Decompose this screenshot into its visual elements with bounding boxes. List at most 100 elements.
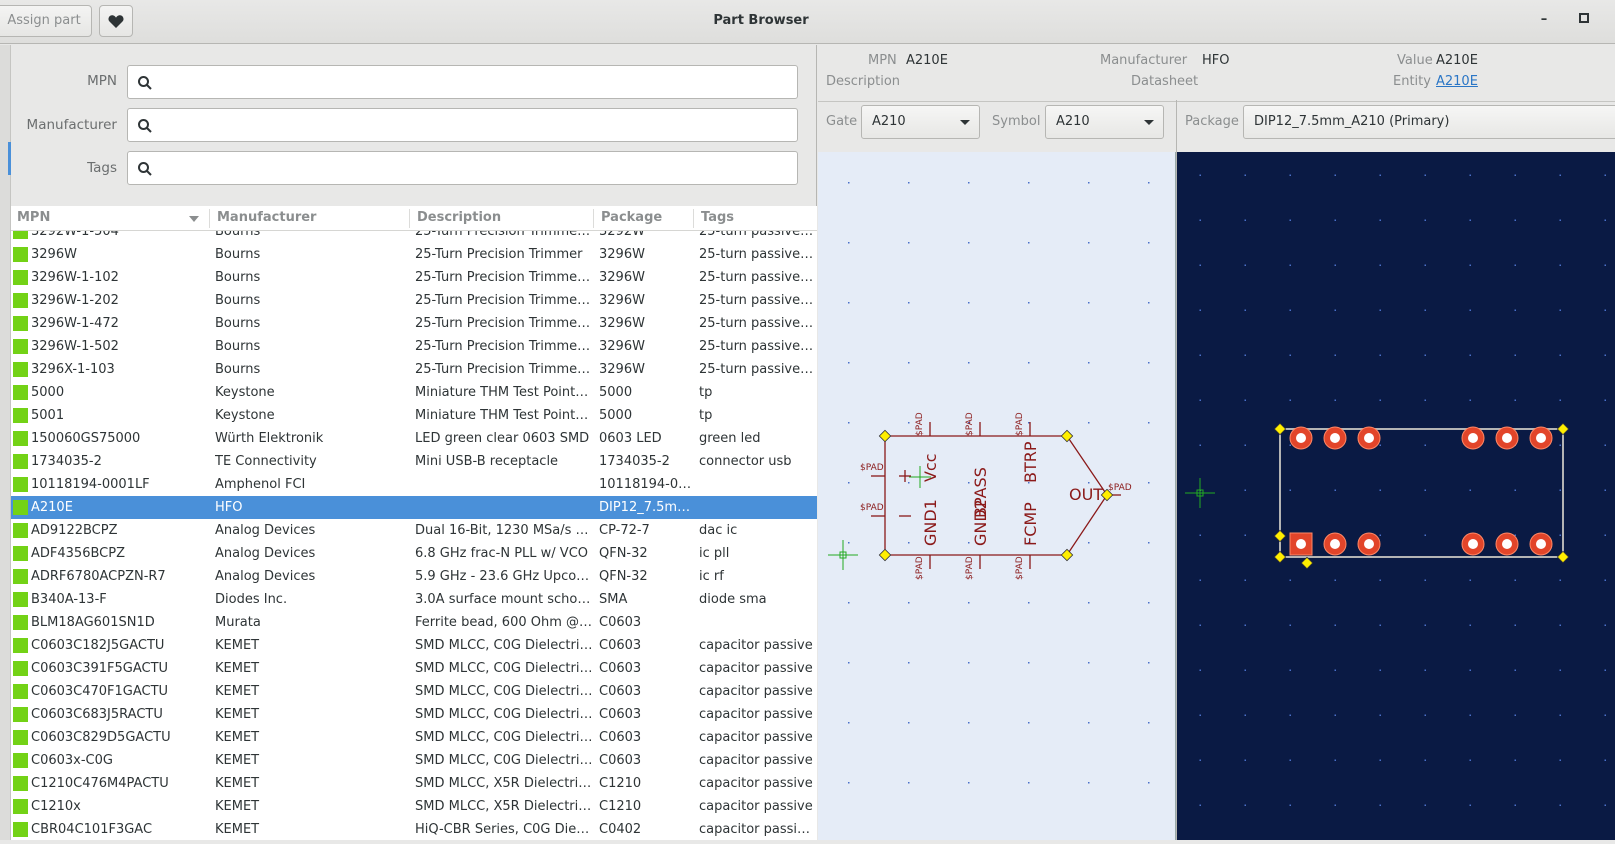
table-row[interactable]: 3296W Bourns 25-Turn Precision Trimmer 3296… <box>11 243 817 266</box>
table-row[interactable]: C0603C829D5GACTU KEMET SMD MLCC, C0G Diele… <box>11 726 817 749</box>
table-row[interactable]: 3296X-1-103 Bourns 25-Turn Precision Trimm… <box>11 358 817 381</box>
cell-manufacturer: Würth Elektronik <box>215 431 324 446</box>
part-status-swatch <box>13 316 28 331</box>
table-row[interactable]: BLM18AG601SN1D Murata Ferrite bead, 600 Oh… <box>11 611 817 634</box>
cell-description: Dual 16-Bit, 1230 MSa/s … <box>415 523 589 538</box>
part-status-swatch <box>13 523 28 538</box>
cell-description: 25-Turn Precision Trimme… <box>415 362 591 377</box>
column-separator[interactable] <box>209 209 210 228</box>
table-row[interactable]: ADRF6780ACPZN-R7 Analog Devices 5.9 GHz - … <box>11 565 817 588</box>
cell-mpn: 3296X-1-103 <box>31 362 115 377</box>
cell-package: 1734035-2 <box>599 454 670 469</box>
cell-manufacturer: Bourns <box>215 339 261 354</box>
table-row[interactable]: CBR04C101F3GAC KEMET HiQ-CBR Series, C0G D… <box>11 818 817 840</box>
manufacturer-search-input[interactable] <box>127 108 798 142</box>
cell-package: C1210 <box>599 799 642 814</box>
table-row[interactable]: C0603C683J5RACTU KEMET SMD MLCC, C0G Diele… <box>11 703 817 726</box>
cell-package: 3296W <box>599 270 645 285</box>
cell-tags: tp <box>699 385 713 400</box>
minimize-button[interactable]: – <box>1534 12 1554 32</box>
cell-mpn: 3296W-1-202 <box>31 293 119 308</box>
cell-mpn: C0603C470F1GACTU <box>31 684 169 699</box>
part-status-swatch <box>13 362 28 377</box>
entity-link[interactable]: A210E <box>1436 74 1478 89</box>
cell-package: C0603 <box>599 638 642 653</box>
pin-label-vcc: Vcc <box>921 453 940 482</box>
cell-package: 10118194-0… <box>599 477 692 492</box>
column-separator[interactable] <box>409 209 410 228</box>
symbol-preview-canvas[interactable]: Vcc BPASS BTRP GND1 GND2 FCMP OUT $PAD $… <box>818 152 1176 840</box>
search-icon <box>138 119 152 133</box>
table-row[interactable]: 10118194-0001LF Amphenol FCI 10118194-0… <box>11 473 817 496</box>
cell-tags: dac ic <box>699 523 738 538</box>
cell-manufacturer: Keystone <box>215 385 275 400</box>
window-title: Part Browser <box>713 13 809 28</box>
part-status-swatch <box>13 569 28 584</box>
cell-mpn: A210E <box>31 500 73 515</box>
pad-drill <box>1296 433 1306 443</box>
table-row[interactable]: 1734035-2 TE Connectivity Mini USB-B recep… <box>11 450 817 473</box>
package-preview-canvas[interactable] <box>1177 152 1615 840</box>
origin-marker <box>1185 478 1215 508</box>
cell-mpn: C0603C182J5GACTU <box>31 638 165 653</box>
cell-mpn: 3296W-1-472 <box>31 316 119 331</box>
table-row[interactable]: 3296W-1-202 Bourns 25-Turn Precision Trimm… <box>11 289 817 312</box>
column-header-manufacturer[interactable]: Manufacturer <box>217 210 316 225</box>
mpn-search-input[interactable] <box>127 65 798 99</box>
maximize-button[interactable] <box>1574 12 1594 32</box>
table-row[interactable]: 5001 Keystone Miniature THM Test Point… 500… <box>11 404 817 427</box>
table-row[interactable]: A210E HFO DIP12_7.5m… <box>11 496 817 519</box>
package-label: Package <box>1185 114 1239 129</box>
cell-mpn: 3296W <box>31 247 77 262</box>
symbol-select[interactable]: A210 <box>1045 105 1164 139</box>
package-select-value: DIP12_7.5mm_A210 (Primary) <box>1254 114 1450 129</box>
column-header-description[interactable]: Description <box>417 210 501 225</box>
table-row[interactable]: C0603C182J5GACTU KEMET SMD MLCC, C0G Diele… <box>11 634 817 657</box>
part-status-swatch <box>13 431 28 446</box>
chevron-down-icon <box>1144 120 1154 125</box>
table-row[interactable]: ADF4356BCPZ Analog Devices 6.8 GHz frac-N … <box>11 542 817 565</box>
column-separator[interactable] <box>693 209 694 228</box>
detail-manufacturer-value: HFO <box>1202 53 1230 68</box>
cell-description: SMD MLCC, C0G Dielectri… <box>415 753 593 768</box>
column-header-tags[interactable]: Tags <box>701 210 734 225</box>
table-row[interactable]: 3296W-1-472 Bourns 25-Turn Precision Trimm… <box>11 312 817 335</box>
table-row[interactable]: C0603x-C0G KEMET SMD MLCC, C0G Dielectri… C… <box>11 749 817 772</box>
cell-description: SMD MLCC, C0G Dielectri… <box>415 661 593 676</box>
part-status-swatch <box>13 546 28 561</box>
cell-description: SMD MLCC, C0G Dielectri… <box>415 684 593 699</box>
pin-label-out: OUT <box>1069 485 1103 504</box>
gate-select[interactable]: A210 <box>861 105 980 139</box>
table-row[interactable]: C1210x KEMET SMD MLCC, X5R Dielectri… C1210… <box>11 795 817 818</box>
column-separator[interactable] <box>593 209 594 228</box>
sort-descending-icon[interactable] <box>189 216 199 222</box>
table-row[interactable]: 3296W-1-502 Bourns 25-Turn Precision Trimm… <box>11 335 817 358</box>
table-row[interactable]: C0603C391F5GACTU KEMET SMD MLCC, C0G Diele… <box>11 657 817 680</box>
table-row[interactable]: C1210C476M4PACTU KEMET SMD MLCC, X5R Diele… <box>11 772 817 795</box>
table-row[interactable]: B340A-13-F Diodes Inc. 3.0A surface mount … <box>11 588 817 611</box>
cell-package: C0603 <box>599 661 642 676</box>
column-header-mpn[interactable]: MPN <box>17 210 50 225</box>
cell-tags: ic pll <box>699 546 730 561</box>
svg-text:$PAD: $PAD <box>1015 412 1025 436</box>
cell-package: QFN-32 <box>599 546 648 561</box>
pad-drill <box>1502 539 1512 549</box>
package-select[interactable]: DIP12_7.5mm_A210 (Primary) <box>1243 105 1615 139</box>
tags-filter-label: Tags <box>87 160 117 176</box>
table-row[interactable]: 3296W-1-102 Bourns 25-Turn Precision Trimm… <box>11 266 817 289</box>
cell-description: SMD MLCC, C0G Dielectri… <box>415 707 593 722</box>
table-row[interactable]: AD9122BCPZ Analog Devices Dual 16-Bit, 123… <box>11 519 817 542</box>
part-status-swatch <box>13 776 28 791</box>
column-header-package[interactable]: Package <box>601 210 662 225</box>
cell-description: SMD MLCC, C0G Dielectri… <box>415 638 593 653</box>
cell-package: C0603 <box>599 753 642 768</box>
cell-mpn: CBR04C101F3GAC <box>31 822 153 837</box>
part-status-swatch <box>13 799 28 814</box>
cell-mpn: C1210x <box>31 799 81 814</box>
tags-search-input[interactable] <box>127 151 798 185</box>
table-row[interactable]: 150060GS75000 Würth Elektronik LED green c… <box>11 427 817 450</box>
package-handles <box>1273 422 1570 570</box>
table-row[interactable]: 5000 Keystone Miniature THM Test Point… 500… <box>11 381 817 404</box>
table-row[interactable]: C0603C470F1GACTU KEMET SMD MLCC, C0G Diele… <box>11 680 817 703</box>
cell-manufacturer: Analog Devices <box>215 523 316 538</box>
